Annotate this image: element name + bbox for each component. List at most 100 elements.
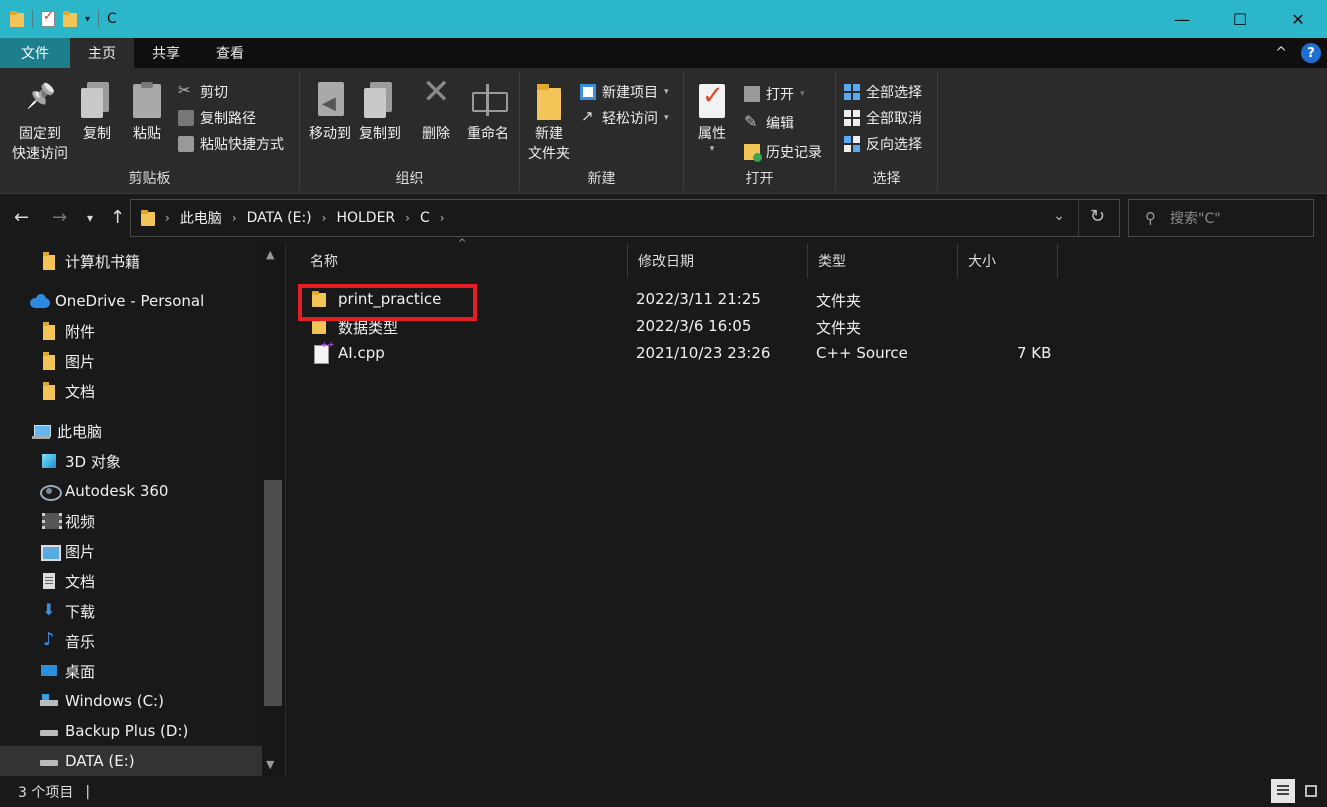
- move-to-button[interactable]: 移动到: [306, 82, 354, 144]
- sidebar-item[interactable]: 图片: [0, 536, 262, 566]
- large-icons-view-icon: [1305, 785, 1317, 797]
- file-name: AI.cpp: [338, 344, 385, 362]
- customize-toolbar-icon[interactable]: ▾: [85, 14, 90, 25]
- maximize-button[interactable]: ☐: [1211, 0, 1269, 38]
- select-all-label: 全部选择: [866, 85, 922, 101]
- sidebar-item[interactable]: 附件: [0, 316, 262, 346]
- paste-button[interactable]: 粘贴: [126, 82, 168, 144]
- breadcrumb-c[interactable]: C: [420, 210, 430, 226]
- column-header-type[interactable]: 类型: [808, 244, 958, 278]
- copy-button[interactable]: 复制: [76, 82, 118, 144]
- column-header-modified[interactable]: 修改日期: [628, 244, 808, 278]
- paste-shortcut-label: 粘贴快捷方式: [200, 137, 284, 153]
- 3d-objects-icon: [40, 452, 58, 470]
- large-icons-view-button[interactable]: [1299, 779, 1323, 803]
- chevron-right-icon[interactable]: ›: [405, 211, 410, 225]
- details-view-button[interactable]: [1271, 779, 1295, 803]
- move-to-label: 移动到: [309, 126, 351, 142]
- sidebar-item[interactable]: 音乐: [0, 626, 262, 656]
- breadcrumb-data-drive[interactable]: DATA (E:): [247, 210, 312, 226]
- tab-file[interactable]: 文件: [0, 38, 70, 68]
- minimize-button[interactable]: —: [1153, 0, 1211, 38]
- select-all-button[interactable]: 全部选择: [844, 82, 922, 102]
- sidebar-item-label: 图片: [65, 352, 96, 371]
- search-input[interactable]: ⚲ 搜索"C": [1128, 199, 1314, 237]
- delete-button[interactable]: 删除: [418, 82, 454, 144]
- sidebar-item[interactable]: 视频: [0, 506, 262, 536]
- file-row[interactable]: AI.cpp 2021/10/23 23:26 C++ Source 7 KB: [308, 340, 1068, 366]
- tab-view[interactable]: 查看: [198, 38, 262, 68]
- sidebar-item[interactable]: DATA (E:): [0, 746, 262, 776]
- sidebar-item[interactable]: Autodesk 360: [0, 476, 262, 506]
- file-modified: 2021/10/23 23:26: [636, 344, 771, 362]
- tab-share[interactable]: 共享: [134, 38, 198, 68]
- sidebar-item[interactable]: 图片: [0, 346, 262, 376]
- new-folder-icon[interactable]: [63, 11, 77, 27]
- status-bar: 3 个项目 |: [0, 776, 1327, 807]
- scroll-down-arrow-icon[interactable]: ▼: [266, 758, 274, 771]
- refresh-icon[interactable]: ↻: [1090, 206, 1105, 227]
- chevron-right-icon[interactable]: ›: [232, 211, 237, 225]
- new-folder-button[interactable]: 新建 文件夹: [526, 82, 572, 164]
- move-to-icon: [314, 82, 346, 120]
- invert-selection-label: 反向选择: [866, 137, 922, 153]
- sidebar-item[interactable]: 文档: [0, 566, 262, 596]
- column-header-name[interactable]: 名称: [300, 244, 628, 278]
- easy-access-button[interactable]: 轻松访问 ▾: [580, 107, 669, 128]
- documents-icon: [40, 572, 58, 590]
- collapse-ribbon-icon[interactable]: ^: [1275, 45, 1287, 61]
- copy-to-button[interactable]: 复制到: [356, 82, 404, 144]
- sidebar-item-label: 计算机书籍: [65, 252, 141, 271]
- cut-button[interactable]: 剪切: [178, 81, 228, 102]
- file-type: 文件夹: [816, 292, 862, 310]
- sidebar-item[interactable]: 3D 对象: [0, 446, 262, 476]
- sidebar-item[interactable]: 此电脑: [0, 416, 262, 446]
- recent-locations-chevron-icon[interactable]: ▾: [87, 211, 93, 225]
- copy-path-button[interactable]: 复制路径: [178, 108, 256, 128]
- open-group-label: 打开: [745, 171, 774, 187]
- sidebar-item[interactable]: 下载: [0, 596, 262, 626]
- sidebar-item[interactable]: 计算机书籍: [0, 246, 262, 276]
- address-history-chevron-icon[interactable]: ⌄: [1053, 208, 1065, 224]
- new-item-icon: [580, 84, 596, 100]
- history-button[interactable]: 历史记录: [744, 142, 822, 162]
- properties-icon[interactable]: [41, 9, 55, 27]
- sidebar-item[interactable]: 文档: [0, 376, 262, 406]
- paste-shortcut-button[interactable]: 粘贴快捷方式: [178, 134, 284, 154]
- sidebar-item[interactable]: 桌面: [0, 656, 262, 686]
- back-arrow-icon[interactable]: ←: [14, 207, 29, 228]
- properties-button[interactable]: 属性 ▾: [692, 82, 732, 154]
- forward-arrow-icon[interactable]: →: [52, 207, 67, 228]
- close-button[interactable]: ✕: [1269, 0, 1327, 38]
- select-none-button[interactable]: 全部取消: [844, 108, 922, 128]
- sidebar-item[interactable]: Backup Plus (D:): [0, 716, 262, 746]
- folder-icon: [40, 322, 58, 340]
- scroll-up-arrow-icon[interactable]: ▲: [266, 248, 274, 261]
- new-folder-icon: [533, 82, 565, 120]
- ribbon-tabs: 文件 主页 共享 查看 ^ ?: [0, 38, 1327, 68]
- open-button[interactable]: 打开 ▾: [744, 84, 805, 104]
- open-group: 属性 ▾ 打开 ▾ 编辑 历史记录 打开: [684, 72, 836, 190]
- column-header-size[interactable]: 大小: [958, 244, 1058, 278]
- windows-drive-icon: [40, 692, 58, 710]
- edit-button[interactable]: 编辑: [744, 112, 794, 133]
- pin-to-quick-access-button[interactable]: 固定到 快速访问: [6, 82, 74, 164]
- chevron-right-icon[interactable]: ›: [165, 211, 170, 225]
- sidebar-item-label: 图片: [65, 542, 96, 561]
- invert-selection-button[interactable]: 反向选择: [844, 134, 922, 154]
- sidebar-item[interactable]: OneDrive - Personal: [0, 286, 262, 316]
- file-modified: 2022/3/11 21:25: [636, 290, 761, 308]
- help-icon[interactable]: ?: [1301, 43, 1321, 63]
- breadcrumb-holder[interactable]: HOLDER: [336, 210, 395, 226]
- sidebar-scroll-thumb[interactable]: [264, 480, 282, 706]
- invert-selection-icon: [844, 136, 860, 152]
- address-bar[interactable]: › 此电脑 › DATA (E:) › HOLDER › C › ⌄ ↻: [130, 199, 1120, 237]
- breadcrumb-this-pc[interactable]: 此电脑: [180, 208, 222, 228]
- sidebar-item[interactable]: Windows (C:): [0, 686, 262, 716]
- rename-button[interactable]: 重命名: [464, 82, 512, 144]
- new-item-button[interactable]: 新建项目 ▾: [580, 82, 669, 102]
- chevron-right-icon[interactable]: ›: [440, 211, 445, 225]
- chevron-right-icon[interactable]: ›: [322, 211, 327, 225]
- tab-home[interactable]: 主页: [70, 38, 134, 68]
- up-arrow-icon[interactable]: ↑: [110, 207, 125, 228]
